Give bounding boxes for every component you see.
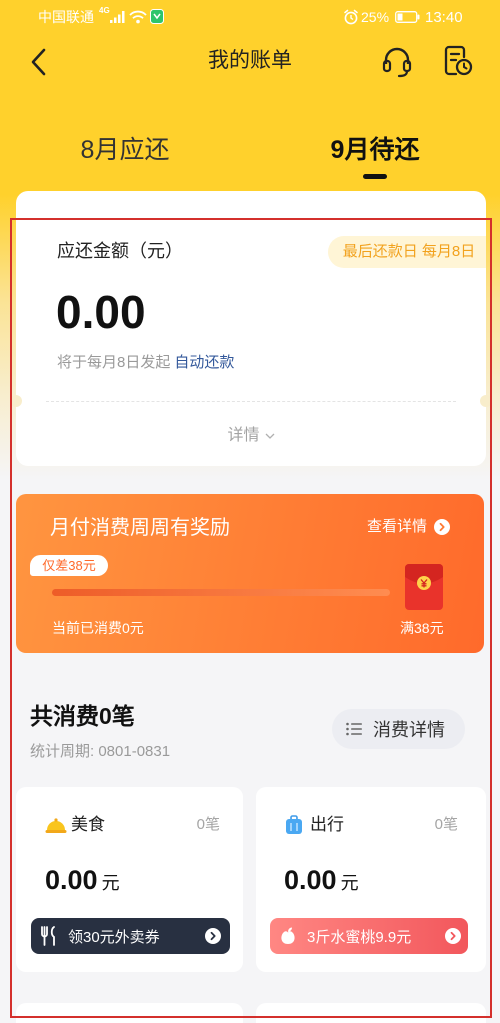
peach-deal-button[interactable]: 3斤水蜜桃9.9元 <box>270 918 468 954</box>
category-amount: 0.00 元 <box>45 864 120 901</box>
clock-time: 13:40 <box>425 9 463 26</box>
details-label: 详情 <box>227 427 260 444</box>
consumption-details-label: 消费详情 <box>373 720 445 740</box>
card-notch-right <box>480 395 492 407</box>
active-tab-indicator <box>363 174 387 179</box>
promo-link-label: 查看详情 <box>367 518 428 535</box>
card-notch-left <box>10 395 22 407</box>
food-coupon-label: 领30元外卖券 <box>68 928 160 946</box>
page-title: 我的账单 <box>208 49 292 72</box>
circle-arrow-right-icon <box>445 928 461 944</box>
battery-icon <box>395 11 420 23</box>
reward-threshold-label: 满38元 <box>400 620 444 636</box>
peach-deal-label: 3斤水蜜桃9.9元 <box>307 928 412 946</box>
battery-percentage: 25% <box>361 9 390 25</box>
remaining-amount-tag: 仅差38元 <box>30 555 108 576</box>
chevron-down-icon <box>265 433 275 439</box>
current-spend-label: 当前已消费0元 <box>52 620 144 636</box>
consumption-details-button[interactable]: 消费详情 <box>332 709 465 749</box>
autopay-note: 将于每月8日发起 自动还款 <box>57 353 234 373</box>
category-amount-unit: 元 <box>101 873 120 893</box>
status-bar: 中国联通 4G 25% 13:40 <box>0 0 500 35</box>
category-amount-value: 0.00 <box>284 865 337 895</box>
amount-due-value: 0.00 <box>56 286 146 338</box>
app-notification-icon <box>150 9 164 24</box>
category-card-travel[interactable]: 出行 0笔 0.00 元 3斤水蜜桃9.9元 <box>256 787 486 972</box>
promo-banner[interactable]: 月付消费周周有奖励 查看详情 仅差38元 当前已消费0元 满38元 <box>16 494 484 653</box>
food-dish-icon <box>45 816 67 834</box>
back-arrow-icon[interactable] <box>28 47 50 77</box>
consumption-count-title: 共消费0笔 <box>30 703 135 729</box>
details-toggle[interactable]: 详情 <box>16 425 486 447</box>
headset-icon[interactable] <box>381 45 413 79</box>
promo-title: 月付消费周周有奖励 <box>50 517 230 539</box>
carrier-name: 中国联通 <box>38 9 94 25</box>
red-envelope-icon <box>404 563 444 611</box>
food-coupon-button[interactable]: 领30元外卖券 <box>31 918 230 954</box>
category-card-partial[interactable] <box>256 1003 486 1023</box>
circle-arrow-right-icon <box>205 928 221 944</box>
progress-track <box>52 589 390 596</box>
promo-details-link[interactable]: 查看详情 <box>367 517 451 537</box>
alarm-icon <box>343 9 359 25</box>
category-amount-value: 0.00 <box>45 865 98 895</box>
list-icon <box>346 722 362 736</box>
suitcase-icon <box>285 815 303 835</box>
bill-screen: 中国联通 4G 25% 13:40 我的账单 8月应还 9月待还 应还金额（元）… <box>0 0 500 1023</box>
category-card-partial[interactable] <box>16 1003 243 1023</box>
bill-history-icon[interactable] <box>442 44 474 78</box>
category-count: 0笔 <box>196 816 220 833</box>
category-amount: 0.00 元 <box>284 864 359 901</box>
autopay-link[interactable]: 自动还款 <box>174 354 234 371</box>
circle-arrow-right-icon <box>434 519 451 535</box>
fork-knife-icon <box>39 925 59 947</box>
autopay-note-text: 将于每月8日发起 <box>57 354 171 371</box>
statistics-period: 统计周期: 0801-0831 <box>30 743 171 760</box>
category-card-food[interactable]: 美食 0笔 0.00 元 领30元外卖券 <box>16 787 243 972</box>
signal-icon <box>110 11 126 23</box>
tab-september-pending[interactable]: 9月待还 <box>305 133 445 167</box>
dashed-divider <box>46 401 456 402</box>
tab-august-due[interactable]: 8月应还 <box>55 133 195 167</box>
category-count: 0笔 <box>434 816 458 833</box>
wifi-icon <box>129 10 147 24</box>
category-name: 出行 <box>310 815 344 834</box>
due-date-badge: 最后还款日 每月8日 <box>328 236 486 268</box>
amount-due-label: 应还金额（元） <box>57 241 183 261</box>
peach-icon <box>278 926 298 946</box>
category-amount-unit: 元 <box>340 873 359 893</box>
bill-summary-card: 应还金额（元） 最后还款日 每月8日 0.00 将于每月8日发起 自动还款 详情 <box>10 191 492 466</box>
category-name: 美食 <box>71 815 105 834</box>
network-type: 4G <box>99 6 110 15</box>
